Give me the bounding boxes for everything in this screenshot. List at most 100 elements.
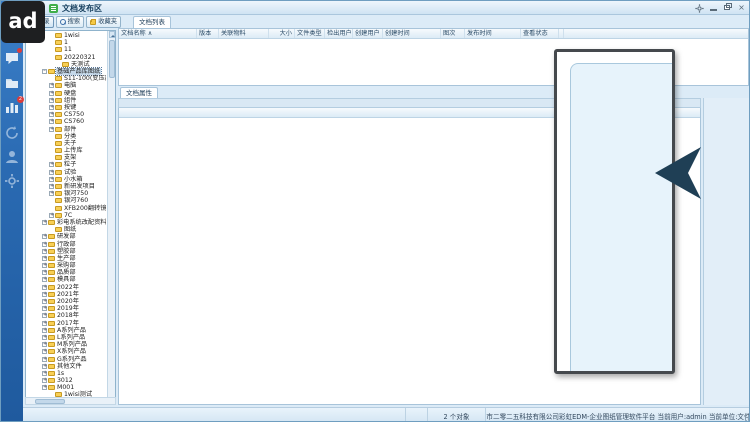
doc-props-tab[interactable]: 文档属性: [120, 87, 158, 98]
tree-item[interactable]: +X系列产品: [26, 348, 106, 355]
expand-icon[interactable]: +: [42, 256, 47, 261]
expand-icon[interactable]: +: [49, 184, 54, 189]
tree-item[interactable]: +7C: [26, 212, 106, 219]
maximize-icon[interactable]: [722, 4, 733, 12]
expand-icon[interactable]: +: [42, 378, 47, 383]
expand-icon[interactable]: +: [42, 342, 47, 347]
expand-icon[interactable]: +: [42, 277, 47, 282]
doc-list-tab[interactable]: 文档列表: [133, 16, 171, 28]
tree-item[interactable]: +2022年: [26, 284, 106, 291]
expand-icon[interactable]: +: [49, 170, 54, 175]
minimize-icon[interactable]: [708, 4, 719, 12]
tree-item[interactable]: +按键: [26, 104, 106, 111]
expand-icon[interactable]: +: [42, 385, 47, 390]
tree-item[interactable]: +2021年: [26, 291, 106, 298]
doc-col-header[interactable]: 关联物料: [219, 29, 269, 38]
tree-item[interactable]: +CS760: [26, 118, 106, 125]
expand-icon[interactable]: +: [42, 357, 47, 362]
tree-tab-搜索[interactable]: 搜索: [56, 16, 85, 28]
tree-item[interactable]: +试验: [26, 169, 106, 176]
doc-col-header[interactable]: 发布时间: [465, 29, 521, 38]
expand-icon[interactable]: +: [49, 112, 54, 117]
resize-grip[interactable]: [742, 414, 750, 422]
tree-item[interactable]: +小水箱: [26, 176, 106, 183]
files-icon[interactable]: [4, 75, 20, 91]
tree-item[interactable]: +L系列产品: [26, 334, 106, 341]
expand-icon[interactable]: +: [49, 83, 54, 88]
expand-icon[interactable]: +: [42, 292, 47, 297]
expand-icon[interactable]: +: [49, 119, 54, 124]
expand-icon[interactable]: +: [49, 162, 54, 167]
expand-icon[interactable]: +: [49, 105, 54, 110]
tree-item[interactable]: +塑胶部: [26, 248, 106, 255]
expand-icon[interactable]: +: [42, 270, 47, 275]
expand-icon[interactable]: +: [42, 249, 47, 254]
tree-vertical-scrollbar[interactable]: [107, 31, 115, 404]
tree-item[interactable]: +研发部: [26, 233, 106, 240]
chart-icon[interactable]: 2: [4, 99, 20, 115]
tree-item[interactable]: 分类: [26, 133, 106, 140]
tree-item[interactable]: +1s: [26, 370, 106, 377]
tree-item[interactable]: 11: [26, 46, 106, 53]
expand-icon[interactable]: +: [42, 299, 47, 304]
doc-col-header[interactable]: 文件类型: [295, 29, 325, 38]
doc-col-header[interactable]: 查看状态: [521, 29, 559, 38]
chat-icon[interactable]: [4, 51, 20, 67]
sync-icon[interactable]: [4, 125, 20, 141]
expand-icon[interactable]: +: [42, 263, 47, 268]
tree-item[interactable]: +彩电系统改配资料: [26, 219, 106, 226]
expand-icon[interactable]: +: [49, 98, 54, 103]
tree-item[interactable]: +A系列产品: [26, 327, 106, 334]
expand-icon[interactable]: +: [42, 242, 47, 247]
expand-icon[interactable]: +: [42, 234, 47, 239]
expand-icon[interactable]: +: [49, 177, 54, 182]
doc-col-header[interactable]: 文档名称 ∧: [119, 29, 197, 38]
expand-icon[interactable]: +: [49, 91, 54, 96]
expand-icon[interactable]: +: [42, 364, 47, 369]
tree-item[interactable]: +生产部: [26, 255, 106, 262]
doc-col-header[interactable]: 检出用户: [325, 29, 353, 38]
expand-icon[interactable]: +: [42, 349, 47, 354]
tree-item[interactable]: 夫子: [26, 140, 106, 147]
contacts-icon[interactable]: [4, 149, 20, 165]
doc-col-header[interactable]: 创建用户: [353, 29, 383, 38]
expand-icon[interactable]: +: [42, 220, 47, 225]
tree-item[interactable]: +G系列产品: [26, 355, 106, 362]
expand-icon[interactable]: +: [42, 285, 47, 290]
gear-icon[interactable]: [4, 173, 20, 189]
expand-icon[interactable]: +: [42, 313, 47, 318]
scroll-up-icon[interactable]: [109, 31, 115, 38]
tree-item[interactable]: 天测试: [26, 61, 106, 68]
close-icon[interactable]: ×: [736, 4, 747, 12]
tree-item[interactable]: 银河760: [26, 197, 106, 204]
tree-item[interactable]: +部件: [26, 125, 106, 132]
tree-horizontal-scrollbar[interactable]: [25, 397, 116, 405]
doc-col-header[interactable]: 创建时间: [383, 29, 441, 38]
doc-col-header[interactable]: 大小: [269, 29, 295, 38]
tree-tab-收藏夹[interactable]: 收藏夹: [86, 16, 121, 28]
expand-icon[interactable]: +: [49, 191, 54, 196]
expand-icon[interactable]: +: [42, 335, 47, 340]
expand-icon[interactable]: +: [42, 321, 47, 326]
doc-col-header[interactable]: 图次: [441, 29, 465, 38]
expand-icon[interactable]: +: [42, 328, 47, 333]
tree-item[interactable]: +粒子: [26, 161, 106, 168]
expand-icon[interactable]: +: [49, 213, 54, 218]
settings-icon[interactable]: [694, 4, 705, 12]
tree-item[interactable]: +模具部: [26, 276, 106, 283]
tree-item[interactable]: +CS750: [26, 111, 106, 118]
collapse-icon[interactable]: –: [42, 69, 47, 74]
tree-item[interactable]: +行政部: [26, 240, 106, 247]
tree-item[interactable]: 20220321: [26, 54, 106, 61]
tree-item[interactable]: +2017年: [26, 320, 106, 327]
expand-icon[interactable]: +: [42, 371, 47, 376]
tree-item[interactable]: XFB200翻转镜头V2.0 图纸: [26, 205, 106, 212]
expand-icon[interactable]: +: [42, 306, 47, 311]
tree-item[interactable]: +2018年: [26, 312, 106, 319]
expand-icon[interactable]: +: [49, 127, 54, 132]
tree-item[interactable]: +组件: [26, 97, 106, 104]
tree-item[interactable]: +电脑: [26, 82, 106, 89]
tree-item[interactable]: +硬盘: [26, 90, 106, 97]
tree-item[interactable]: +3012: [26, 377, 106, 384]
tree-item[interactable]: +其他文件: [26, 363, 106, 370]
